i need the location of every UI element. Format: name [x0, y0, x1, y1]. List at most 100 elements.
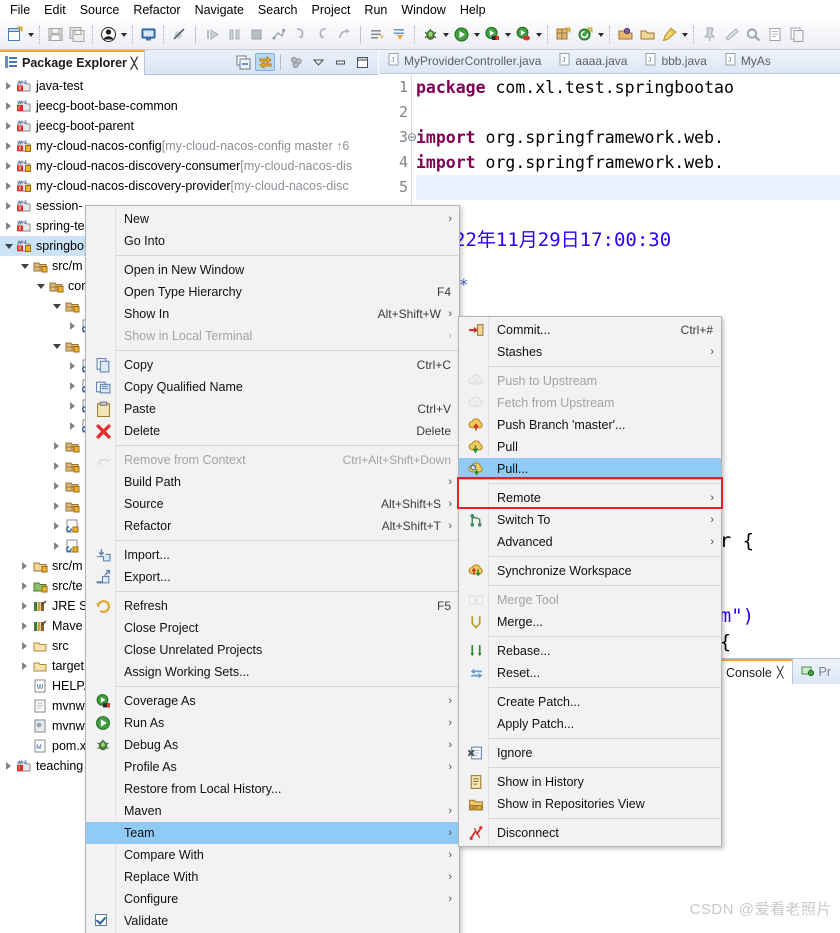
menu-item-debug-as[interactable]: Debug As ›	[86, 734, 459, 756]
menu-item-ignore[interactable]: Ignore	[459, 742, 721, 764]
menu-item-remote[interactable]: Remote ›	[459, 487, 721, 509]
code-line[interactable]	[416, 175, 840, 200]
collapse-all-icon[interactable]	[233, 53, 253, 71]
menu-help[interactable]: Help	[453, 1, 493, 19]
menu-item-build-path[interactable]: Build Path ›	[86, 471, 459, 493]
code-line[interactable]: package com.xl.test.springbootao	[416, 75, 840, 100]
coverage-dropdown-caret[interactable]	[503, 24, 512, 46]
run-icon[interactable]	[450, 24, 472, 46]
menu-file[interactable]: File	[3, 1, 37, 19]
menu-item-delete[interactable]: Delete Delete	[86, 420, 459, 442]
chevron-right-icon[interactable]	[50, 536, 63, 556]
save-all-icon[interactable]	[66, 24, 88, 46]
editor-tab[interactable]: J MyProviderController.java	[379, 49, 550, 73]
chevron-right-icon[interactable]	[18, 576, 31, 596]
chevron-down-icon[interactable]	[18, 256, 31, 276]
skip-breakpoints-icon[interactable]	[168, 24, 190, 46]
menu-source[interactable]: Source	[73, 1, 127, 19]
view-menu-icon[interactable]	[286, 53, 306, 71]
chevron-down-icon[interactable]	[34, 276, 47, 296]
new-java-class-icon[interactable]	[574, 24, 596, 46]
run-dropdown-caret[interactable]	[472, 24, 481, 46]
menu-item-assign-working-sets[interactable]: Assign Working Sets...	[86, 661, 459, 683]
step-return-icon[interactable]	[333, 24, 355, 46]
menu-navigate[interactable]: Navigate	[188, 1, 251, 19]
highlight-icon[interactable]	[658, 24, 680, 46]
step-over-icon[interactable]	[311, 24, 333, 46]
menu-item-paste[interactable]: Paste Ctrl+V	[86, 398, 459, 420]
link-with-editor-icon[interactable]	[255, 53, 275, 71]
menu-item-profile-as[interactable]: Profile As ›	[86, 756, 459, 778]
menu-item-refactor[interactable]: Refactor Alt+Shift+T ›	[86, 515, 459, 537]
bottom-tab[interactable]: Pr	[793, 659, 840, 685]
debug-icon[interactable]	[419, 24, 441, 46]
menu-item-push-branch-master[interactable]: Push Branch 'master'...	[459, 414, 721, 436]
team-submenu[interactable]: Commit... Ctrl+# Stashes › Push to Upstream F…	[458, 316, 722, 847]
menu-item-close-unrelated-projects[interactable]: Close Unrelated Projects	[86, 639, 459, 661]
menu-item-replace-with[interactable]: Replace With ›	[86, 866, 459, 888]
tree-item[interactable]: M Jx my-cloud-nacos-discovery-provider [my…	[0, 176, 378, 196]
chevron-right-icon[interactable]	[2, 116, 15, 136]
debug-dropdown-caret[interactable]	[441, 24, 450, 46]
tree-item[interactable]: M Jx jeecg-boot-parent	[0, 116, 378, 136]
chevron-down-icon[interactable]	[50, 296, 63, 316]
open-console-icon[interactable]	[137, 24, 159, 46]
chevron-right-icon[interactable]	[50, 496, 63, 516]
chevron-right-icon[interactable]	[66, 376, 79, 396]
chevron-right-icon[interactable]	[2, 756, 15, 776]
menu-project[interactable]: Project	[305, 1, 358, 19]
chevron-right-icon[interactable]	[2, 76, 15, 96]
edit-icon[interactable]	[764, 24, 786, 46]
menu-item-rebase[interactable]: Rebase...	[459, 640, 721, 662]
fold-toggle-icon[interactable]: ⊖	[407, 125, 417, 150]
tab-package-explorer[interactable]: Package Explorer ╳	[0, 49, 145, 75]
ruler-icon[interactable]	[720, 24, 742, 46]
menu-item-maven[interactable]: Maven ›	[86, 800, 459, 822]
editor-tab[interactable]: Jbbb.java	[636, 49, 715, 73]
menu-item-compare-with[interactable]: Compare With ›	[86, 844, 459, 866]
chevron-right-icon[interactable]	[2, 216, 15, 236]
terminate-icon[interactable]	[245, 24, 267, 46]
menu-run[interactable]: Run	[357, 1, 394, 19]
run-ant-dropdown-caret[interactable]	[534, 24, 543, 46]
menu-item-new[interactable]: New ›	[86, 208, 459, 230]
menu-item-coverage-as[interactable]: Coverage As ›	[86, 690, 459, 712]
close-icon[interactable]: ╳	[777, 666, 784, 679]
chevron-right-icon[interactable]	[66, 356, 79, 376]
next-annotation-icon[interactable]	[366, 24, 388, 46]
menu-item-stashes[interactable]: Stashes ›	[459, 341, 721, 363]
menu-item-show-in-repositories-view[interactable]: GIT Show in Repositories View	[459, 793, 721, 815]
menu-item-export[interactable]: Export...	[86, 566, 459, 588]
editor-tab[interactable]: J MyAs	[716, 49, 780, 73]
menu-item-create-patch[interactable]: Create Patch...	[459, 691, 721, 713]
tree-item[interactable]: M Jx my-cloud-nacos-config [my-cloud-nacos…	[0, 136, 378, 156]
menu-item-run-as[interactable]: Run As ›	[86, 712, 459, 734]
tree-item[interactable]: M Jx java-test	[0, 76, 378, 96]
search-icon[interactable]	[742, 24, 764, 46]
view-menu-chevron-down-icon[interactable]	[308, 53, 328, 71]
chevron-right-icon[interactable]	[66, 396, 79, 416]
menu-item-configure[interactable]: Configure ›	[86, 888, 459, 910]
menu-item-pull[interactable]: Pull	[459, 436, 721, 458]
menu-item-source[interactable]: Source Alt+Shift+S ›	[86, 493, 459, 515]
menu-item-import[interactable]: Import...	[86, 544, 459, 566]
tree-item[interactable]: M Jx my-cloud-nacos-discovery-consumer [my…	[0, 156, 378, 176]
project-context-menu[interactable]: New › Go Into Open in New Window Open Type H…	[85, 205, 460, 933]
menu-refactor[interactable]: Refactor	[126, 1, 187, 19]
new-wizard-icon[interactable]	[4, 24, 26, 46]
editor-tab[interactable]: Jaaaa.java	[550, 49, 636, 73]
menu-item-commit[interactable]: Commit... Ctrl+#	[459, 319, 721, 341]
save-icon[interactable]	[44, 24, 66, 46]
menu-item-copy-qualified-name[interactable]: Copy Qualified Name	[86, 376, 459, 398]
menu-window[interactable]: Window	[394, 1, 452, 19]
maximize-icon[interactable]	[352, 53, 372, 71]
chevron-right-icon[interactable]	[18, 636, 31, 656]
menu-item-merge[interactable]: Merge...	[459, 611, 721, 633]
chevron-right-icon[interactable]	[18, 656, 31, 676]
menu-item-validate[interactable]: Validate	[86, 910, 459, 932]
code-line[interactable]: import org.springframework.web.	[416, 150, 840, 175]
menu-item-refresh[interactable]: Refresh F5	[86, 595, 459, 617]
suspend-icon[interactable]	[223, 24, 245, 46]
coverage-icon[interactable]	[481, 24, 503, 46]
menu-item-apply-patch[interactable]: Apply Patch...	[459, 713, 721, 735]
